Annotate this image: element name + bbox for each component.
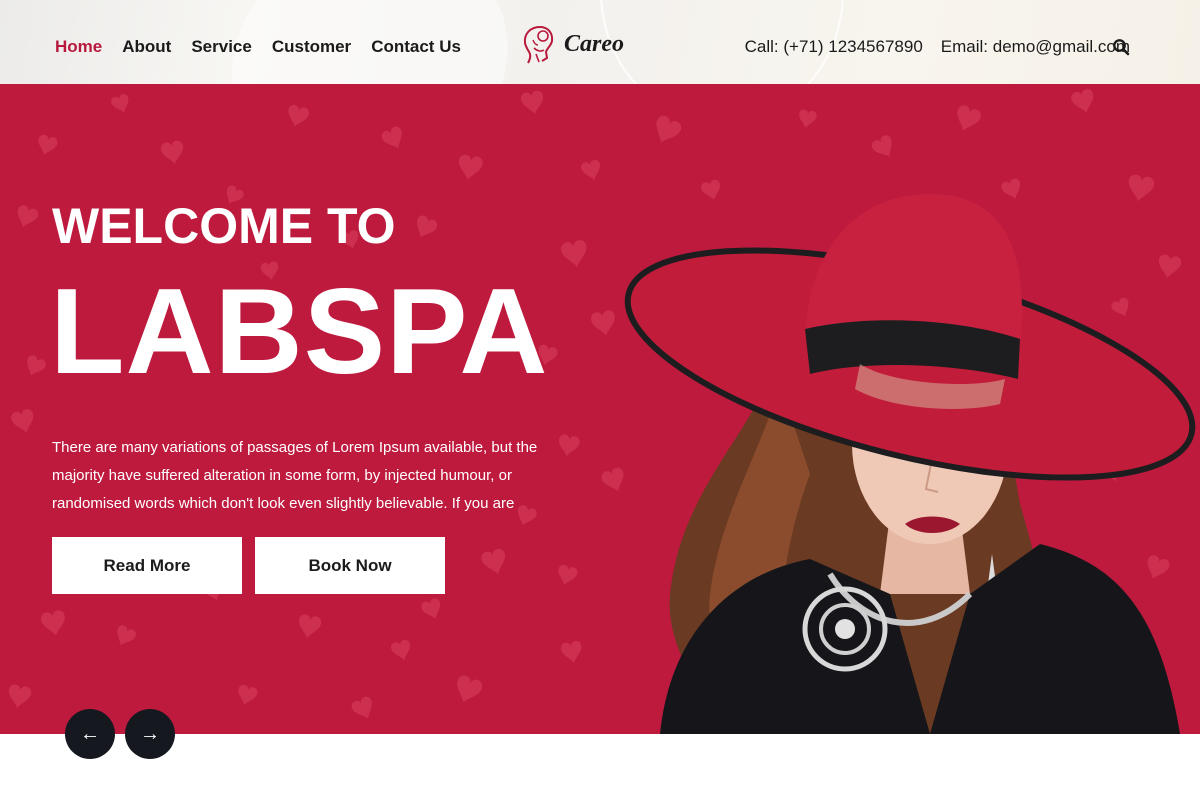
site-header: Home About Service Customer Contact Us C… [0, 0, 1200, 84]
nav-item-home[interactable]: Home [55, 37, 102, 57]
slider-prev-button[interactable]: ← [65, 709, 115, 759]
contact-phone: Call: (+71) 1234567890 [744, 37, 923, 56]
nav-item-about[interactable]: About [122, 37, 171, 57]
nav-item-customer[interactable]: Customer [272, 37, 351, 57]
woman-face-logo-icon [523, 26, 554, 64]
book-now-button[interactable]: Book Now [255, 537, 445, 594]
header-contact: Call: (+71) 1234567890 Email: demo@gmail… [745, 37, 1130, 57]
contact-email: Email: demo@gmail.com [940, 37, 1130, 56]
hero-description: There are many variations of passages of… [52, 439, 538, 512]
read-more-button[interactable]: Read More [52, 537, 242, 594]
brand-name: Careo [564, 30, 624, 57]
site-logo[interactable]: Careo [520, 24, 624, 64]
arrow-right-icon: → [140, 722, 160, 745]
nav-item-service[interactable]: Service [191, 37, 252, 57]
hero-subtitle: WELCOME TO [52, 198, 396, 254]
arrow-left-icon: ← [80, 722, 100, 745]
search-icon[interactable] [1112, 38, 1130, 56]
model-photo [624, 194, 1196, 734]
hero-banner: WELCOME TO LABSPA There are many variati… [0, 84, 1200, 734]
nav-item-contact-us[interactable]: Contact Us [371, 37, 461, 57]
slider-next-button[interactable]: → [125, 709, 175, 759]
main-nav: Home About Service Customer Contact Us [55, 37, 461, 57]
hero-title: LABSPA [50, 263, 549, 399]
